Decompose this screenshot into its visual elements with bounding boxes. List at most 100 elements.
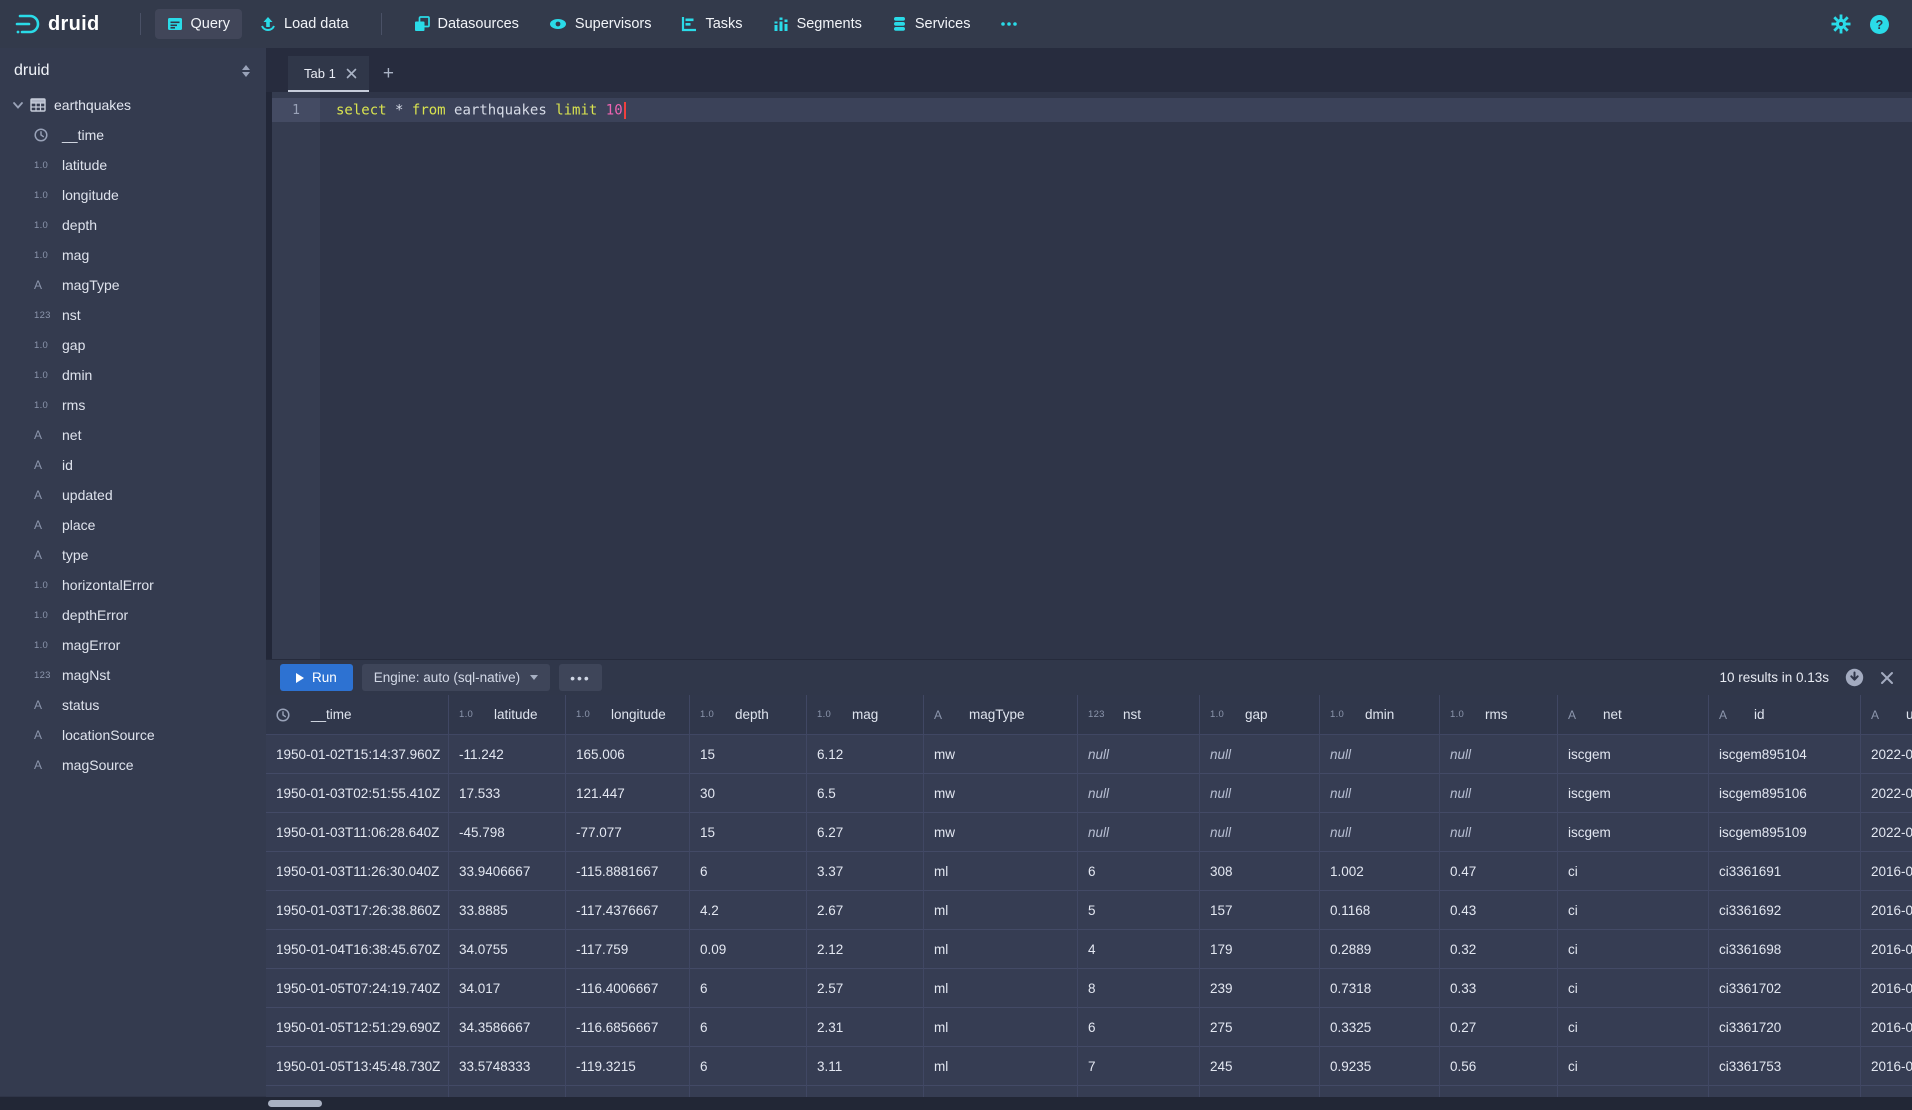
table-cell[interactable]: 6 xyxy=(690,1008,807,1047)
sidebar-column-type[interactable]: Atype xyxy=(0,540,266,570)
table-cell[interactable]: 2.12 xyxy=(807,930,924,969)
table-cell[interactable]: 165.006 xyxy=(566,735,690,774)
table-cell[interactable]: 0.47 xyxy=(1440,852,1558,891)
table-cell[interactable]: ci3361702 xyxy=(1709,969,1861,1008)
nav-item-query[interactable]: Query xyxy=(155,9,243,39)
tab-tab1[interactable]: Tab 1 xyxy=(288,56,369,92)
table-cell[interactable]: 6 xyxy=(690,969,807,1008)
table-cell[interactable]: 1950-01-02T15:14:37.960Z xyxy=(266,735,449,774)
table-cell[interactable]: 0.3325 xyxy=(1320,1008,1440,1047)
table-cell[interactable]: 34.017 xyxy=(449,969,566,1008)
table-cell[interactable]: 6 xyxy=(1078,852,1200,891)
table-cell[interactable]: iscgem xyxy=(1558,774,1709,813)
nav-item-supervisors[interactable]: Supervisors xyxy=(537,9,664,39)
sidebar-column-status[interactable]: Astatus xyxy=(0,690,266,720)
table-cell[interactable]: 34.0755 xyxy=(449,930,566,969)
table-cell[interactable]: 3.11 xyxy=(807,1047,924,1086)
sidebar-column-magError[interactable]: 1.0magError xyxy=(0,630,266,660)
download-results-icon[interactable] xyxy=(1845,668,1864,687)
table-cell[interactable]: mw xyxy=(924,774,1078,813)
sidebar-column-nst[interactable]: 123nst xyxy=(0,300,266,330)
table-cell[interactable]: null xyxy=(1200,774,1320,813)
nav-item-services[interactable]: Services xyxy=(880,9,983,39)
table-cell[interactable]: ci xyxy=(1558,969,1709,1008)
table-cell[interactable]: 2.31 xyxy=(807,1008,924,1047)
table-cell[interactable]: iscgem895106 xyxy=(1709,774,1861,813)
sidebar-column-latitude[interactable]: 1.0latitude xyxy=(0,150,266,180)
table-cell[interactable]: 239 xyxy=(1200,969,1320,1008)
sidebar-column-rms[interactable]: 1.0rms xyxy=(0,390,266,420)
table-cell[interactable]: 1950-01-03T17:26:38.860Z xyxy=(266,891,449,930)
table-cell[interactable]: 33.5748333 xyxy=(449,1047,566,1086)
table-cell[interactable]: 6.27 xyxy=(807,813,924,852)
table-cell[interactable]: 2.67 xyxy=(807,891,924,930)
table-cell[interactable]: 0.32 xyxy=(1440,930,1558,969)
table-cell[interactable]: ci3361692 xyxy=(1709,891,1861,930)
chevron-down-icon[interactable] xyxy=(12,99,30,111)
run-button[interactable]: Run xyxy=(280,664,353,691)
table-cell[interactable]: ml xyxy=(924,852,1078,891)
engine-select-button[interactable]: Engine: auto (sql-native) xyxy=(362,664,550,691)
table-cell[interactable]: null xyxy=(1440,774,1558,813)
horizontal-scrollbar[interactable] xyxy=(0,1097,1912,1110)
table-cell[interactable]: null xyxy=(1320,813,1440,852)
table-cell[interactable]: mw xyxy=(924,735,1078,774)
table-cell[interactable]: 15 xyxy=(690,813,807,852)
column-header-magType[interactable]: AmagType xyxy=(924,695,1078,735)
table-cell[interactable]: ml xyxy=(924,969,1078,1008)
table-cell[interactable]: 0.43 xyxy=(1440,891,1558,930)
table-cell[interactable]: 6 xyxy=(1078,1008,1200,1047)
sidebar-column-magSource[interactable]: AmagSource xyxy=(0,750,266,780)
table-cell[interactable]: 1950-01-04T16:38:45.670Z xyxy=(266,930,449,969)
table-cell[interactable]: ci3361753 xyxy=(1709,1047,1861,1086)
column-header-longitude[interactable]: 1.0longitude xyxy=(566,695,690,735)
sidebar-column-dmin[interactable]: 1.0dmin xyxy=(0,360,266,390)
table-cell[interactable]: 0.1168 xyxy=(1320,891,1440,930)
sidebar-table-earthquakes[interactable]: earthquakes xyxy=(0,90,266,120)
table-cell[interactable]: -115.8881667 xyxy=(566,852,690,891)
table-cell[interactable]: 30 xyxy=(690,774,807,813)
new-tab-button[interactable]: + xyxy=(369,56,408,92)
sidebar-column-mag[interactable]: 1.0mag xyxy=(0,240,266,270)
table-cell[interactable]: 15 xyxy=(690,735,807,774)
table-cell[interactable]: ci3361698 xyxy=(1709,930,1861,969)
sidebar-column-updated[interactable]: Aupdated xyxy=(0,480,266,510)
table-cell[interactable]: 6 xyxy=(690,1047,807,1086)
table-cell[interactable]: ci xyxy=(1558,852,1709,891)
column-header-net[interactable]: Anet xyxy=(1558,695,1709,735)
table-cell[interactable]: 2016-0 xyxy=(1861,891,1912,930)
table-cell[interactable]: null xyxy=(1320,735,1440,774)
table-cell[interactable]: ml xyxy=(924,1047,1078,1086)
close-results-icon[interactable] xyxy=(1880,671,1894,685)
table-cell[interactable]: null xyxy=(1440,735,1558,774)
table-cell[interactable]: null xyxy=(1078,735,1200,774)
table-cell[interactable]: iscgem895104 xyxy=(1709,735,1861,774)
table-cell[interactable]: 0.7318 xyxy=(1320,969,1440,1008)
sql-text[interactable]: select * from earthquakes limit 10 xyxy=(320,102,626,119)
table-cell[interactable]: 33.8885 xyxy=(449,891,566,930)
table-cell[interactable]: 308 xyxy=(1200,852,1320,891)
table-cell[interactable]: 4.2 xyxy=(690,891,807,930)
column-header-dmin[interactable]: 1.0dmin xyxy=(1320,695,1440,735)
table-cell[interactable]: 2022-0 xyxy=(1861,774,1912,813)
table-cell[interactable]: 3.37 xyxy=(807,852,924,891)
table-cell[interactable]: -77.077 xyxy=(566,813,690,852)
table-cell[interactable]: ci xyxy=(1558,1047,1709,1086)
table-cell[interactable]: mw xyxy=(924,813,1078,852)
column-header-updated[interactable]: Aupdated xyxy=(1861,695,1912,735)
column-header-gap[interactable]: 1.0gap xyxy=(1200,695,1320,735)
table-cell[interactable]: ci3361691 xyxy=(1709,852,1861,891)
table-cell[interactable]: 0.09 xyxy=(690,930,807,969)
column-header-nst[interactable]: 123nst xyxy=(1078,695,1200,735)
table-cell[interactable]: 34.3586667 xyxy=(449,1008,566,1047)
table-cell[interactable]: ml xyxy=(924,891,1078,930)
column-header-mag[interactable]: 1.0mag xyxy=(807,695,924,735)
sidebar-column-magType[interactable]: AmagType xyxy=(0,270,266,300)
table-cell[interactable]: 0.33 xyxy=(1440,969,1558,1008)
table-cell[interactable]: 5 xyxy=(1078,891,1200,930)
sort-columns-icon[interactable] xyxy=(240,64,252,78)
table-cell[interactable]: -116.4006667 xyxy=(566,969,690,1008)
table-cell[interactable]: 2016-0 xyxy=(1861,1008,1912,1047)
table-cell[interactable]: 0.2889 xyxy=(1320,930,1440,969)
table-cell[interactable]: 245 xyxy=(1200,1047,1320,1086)
